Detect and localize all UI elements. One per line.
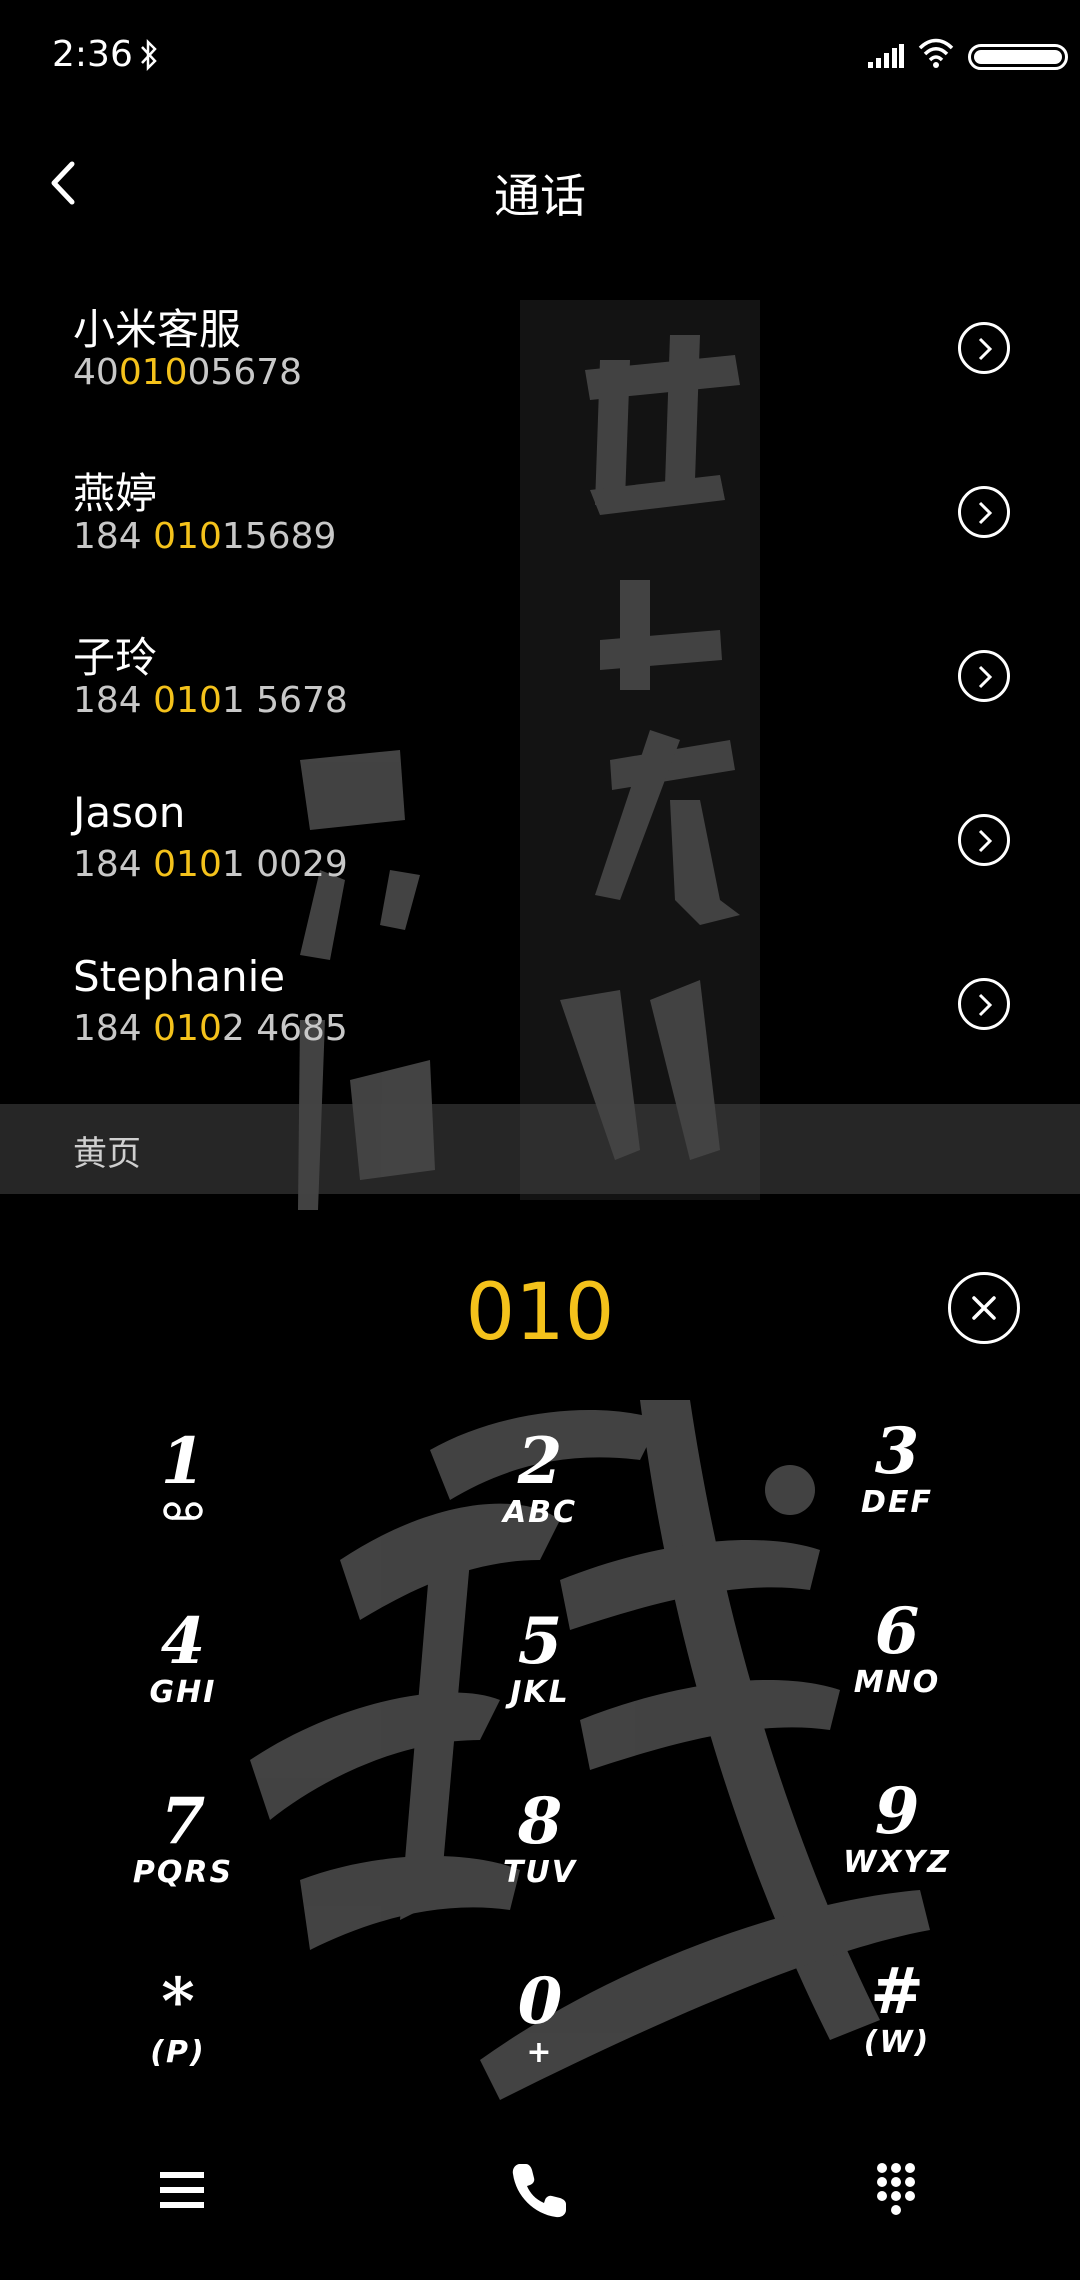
key-9[interactable]: 9 WXYZ: [797, 1778, 997, 1918]
contact-number: 184 0102 4685: [73, 1008, 348, 1049]
battery-icon: [968, 44, 1068, 70]
key-0[interactable]: 0 +: [440, 1968, 640, 2108]
contact-row[interactable]: 子玲 184 0101 5678: [0, 624, 1080, 784]
key-star[interactable]: * (P): [78, 1968, 278, 2108]
key-4[interactable]: 4 GHI: [83, 1608, 283, 1748]
contact-name: 燕婷: [73, 469, 158, 518]
contact-number: 184 0101 5678: [73, 680, 348, 721]
clear-input-button[interactable]: [948, 1272, 1020, 1344]
contact-name: 子玲: [73, 633, 158, 682]
status-time: 2:36: [52, 34, 133, 75]
contact-number: 4001005678: [73, 352, 303, 393]
key-hash[interactable]: # (W): [797, 1958, 997, 2098]
key-2[interactable]: 2 ABC: [440, 1428, 640, 1568]
page-title: 通话: [494, 169, 586, 223]
yellow-pages-label: 黄页: [73, 1134, 141, 1174]
contact-number: 184 01015689: [73, 516, 337, 557]
key-6[interactable]: 6 MNO: [797, 1598, 997, 1738]
signal-icon: [868, 44, 904, 68]
menu-icon[interactable]: [142, 2150, 222, 2230]
contact-row[interactable]: 燕婷 184 01015689: [0, 460, 1080, 620]
key-7[interactable]: 7 PQRS: [83, 1788, 283, 1928]
key-8[interactable]: 8 TUV: [440, 1788, 640, 1928]
bluetooth-icon: [141, 38, 157, 72]
contact-number: 184 0101 0029: [73, 844, 348, 885]
wifi-icon: [918, 38, 954, 68]
details-arrow-icon[interactable]: [958, 322, 1010, 374]
contact-row[interactable]: 小米客服 4001005678: [0, 296, 1080, 456]
contact-row[interactable]: Jason 184 0101 0029: [0, 788, 1080, 948]
key-3[interactable]: 3 DEF: [797, 1418, 997, 1558]
contact-name: Jason: [73, 788, 186, 837]
key-1[interactable]: 1: [83, 1428, 283, 1568]
details-arrow-icon[interactable]: [958, 814, 1010, 866]
yellow-pages-section[interactable]: 黄页: [0, 1104, 1080, 1194]
details-arrow-icon[interactable]: [958, 486, 1010, 538]
dialed-number: 010: [465, 1268, 615, 1358]
details-arrow-icon[interactable]: [958, 978, 1010, 1030]
contact-name: 小米客服: [73, 305, 242, 354]
voicemail-icon: [83, 1496, 283, 1530]
details-arrow-icon[interactable]: [958, 650, 1010, 702]
key-5[interactable]: 5 JKL: [440, 1608, 640, 1748]
contact-row[interactable]: Stephanie 184 0102 4685: [0, 952, 1080, 1112]
dialpad-toggle-icon[interactable]: [856, 2150, 936, 2230]
call-icon[interactable]: [500, 2150, 580, 2230]
contact-name: Stephanie: [73, 952, 286, 1001]
